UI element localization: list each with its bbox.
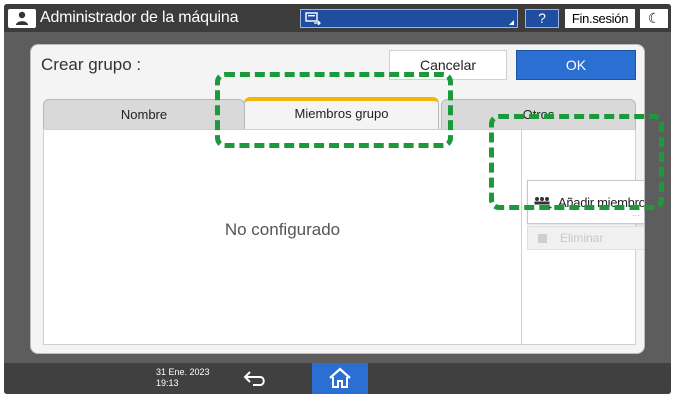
sleep-button[interactable]: ☾ <box>640 9 668 28</box>
app-title: Administrador de la máquina <box>40 9 239 26</box>
screen-switch-icon <box>305 12 321 25</box>
home-button[interactable] <box>312 363 368 394</box>
delete-label: Eliminar <box>560 231 604 245</box>
top-bar: Administrador de la máquina ? Fin.sesión… <box>4 4 671 32</box>
delete-icon <box>538 234 547 243</box>
date-time: 31 Ene. 2023 19:13 <box>156 367 210 389</box>
delete-button: Eliminar <box>527 226 644 250</box>
time-text: 19:13 <box>156 378 179 388</box>
corner-indicator-icon <box>509 20 514 25</box>
home-icon <box>329 367 351 388</box>
logout-button[interactable]: Fin.sesión <box>565 9 635 28</box>
ok-button[interactable]: OK <box>516 50 636 80</box>
date-text: 31 Ene. 2023 <box>156 367 210 377</box>
help-button[interactable]: ? <box>525 9 559 28</box>
user-icon[interactable] <box>8 9 36 28</box>
highlight-frame-add-member <box>489 114 664 210</box>
screen-switch-field[interactable] <box>300 9 518 28</box>
dialog-title: Crear grupo : <box>41 55 142 74</box>
back-arrow-icon <box>243 371 265 386</box>
empty-message: No configurado <box>224 220 341 239</box>
bottom-bar: 31 Ene. 2023 19:13 <box>4 363 671 394</box>
highlight-frame-tab <box>215 72 453 148</box>
back-button[interactable] <box>236 365 276 391</box>
more-indicator: ··· <box>632 211 640 220</box>
